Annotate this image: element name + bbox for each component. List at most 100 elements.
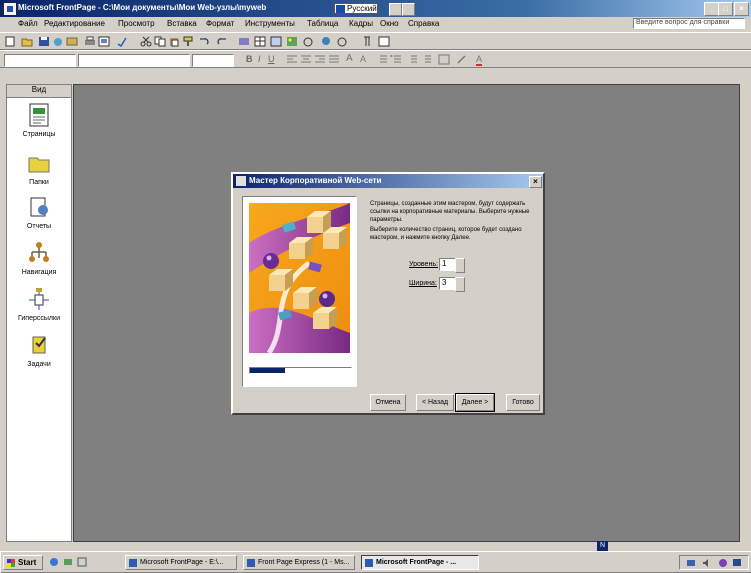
increase-indent-icon[interactable]: [420, 54, 432, 65]
dialog-close-button[interactable]: ×: [529, 176, 542, 188]
view-page[interactable]: Страницы: [7, 103, 71, 151]
help-icon[interactable]: [378, 36, 390, 47]
font-color-icon[interactable]: A: [476, 54, 483, 66]
next-button[interactable]: Далее >: [455, 393, 495, 412]
cut-icon[interactable]: [140, 36, 152, 47]
task-frontpage-express[interactable]: Front Page Express (1 - Ms...: [243, 555, 355, 570]
quicklaunch-ie-icon[interactable]: [49, 557, 59, 567]
folder-list-icon[interactable]: [66, 36, 78, 47]
insert-layer-icon[interactable]: [270, 36, 282, 47]
show-all-icon[interactable]: [360, 36, 372, 47]
refresh-icon[interactable]: [336, 36, 348, 47]
dialog-title: Мастер Корпоративной Web-сети: [249, 176, 382, 185]
hyperlink-icon[interactable]: [320, 36, 332, 47]
print-icon[interactable]: [84, 36, 96, 47]
align-left-icon[interactable]: [286, 54, 298, 65]
view-navigation[interactable]: Навигация: [7, 241, 71, 289]
language-indicator[interactable]: Русский: [334, 3, 378, 14]
align-right-icon[interactable]: [314, 54, 326, 65]
font-size-dropdown[interactable]: [192, 54, 234, 67]
wizard-description-2: Выберите количество страниц, которое буд…: [370, 227, 522, 241]
menu-format[interactable]: Формат: [206, 19, 234, 28]
close-button[interactable]: ×: [734, 2, 749, 16]
insert-table-icon[interactable]: [254, 36, 266, 47]
insert-picture-icon[interactable]: [286, 36, 298, 47]
wizard-progress-track: [249, 367, 352, 374]
copy-icon[interactable]: [154, 36, 166, 47]
undo-icon[interactable]: [198, 36, 210, 47]
standard-toolbar: [0, 32, 751, 50]
width-spin-arrows[interactable]: [455, 277, 465, 292]
menu-view[interactable]: Просмотр: [118, 19, 155, 28]
task-frontpage-1[interactable]: Microsoft FrontPage - E:\...: [125, 555, 237, 570]
level-spin-arrows[interactable]: [455, 258, 465, 273]
underline-icon[interactable]: U: [268, 54, 275, 64]
open-icon[interactable]: [21, 36, 33, 47]
increase-font-icon[interactable]: A: [346, 53, 353, 64]
insert-component-icon[interactable]: [238, 36, 250, 47]
menu-help[interactable]: Справка: [408, 19, 439, 28]
save-icon[interactable]: [38, 36, 50, 47]
view-folders[interactable]: Папки: [7, 151, 71, 199]
quicklaunch-desktop-icon[interactable]: [63, 557, 73, 567]
cube-1: [307, 211, 331, 233]
quicklaunch-channels-icon[interactable]: [77, 557, 87, 567]
help-question-input[interactable]: Введите вопрос для справки: [633, 18, 745, 29]
maximize-button[interactable]: □: [718, 2, 733, 16]
numbering-icon[interactable]: [376, 54, 388, 65]
highlight-icon[interactable]: [456, 54, 468, 65]
menu-insert[interactable]: Вставка: [167, 19, 197, 28]
redo-icon[interactable]: [216, 36, 228, 47]
drawing-icon[interactable]: [302, 36, 314, 47]
preview-icon[interactable]: [98, 36, 110, 47]
spelling-icon[interactable]: [116, 36, 128, 47]
views-bar-header: Вид: [7, 85, 71, 98]
style-dropdown[interactable]: [4, 54, 76, 67]
folder-icon: [28, 157, 50, 173]
view-reports-label: Отчеты: [26, 223, 52, 230]
bullets-icon[interactable]: [390, 54, 402, 65]
tray-settings-icon[interactable]: [718, 558, 728, 568]
language-bar-options-button[interactable]: [402, 3, 415, 16]
cube-2: [323, 227, 347, 249]
wizard-progress-fill: [250, 368, 286, 373]
tray-volume-icon[interactable]: [702, 558, 712, 568]
dialog-title-bar[interactable]: Мастер Корпоративной Web-сети ×: [233, 174, 543, 188]
window-title: Microsoft FrontPage - C:\Мои документы\М…: [18, 3, 267, 12]
bold-icon[interactable]: B: [246, 54, 253, 64]
format-painter-icon[interactable]: [182, 36, 194, 47]
align-center-icon[interactable]: [300, 54, 312, 65]
new-page-icon[interactable]: [4, 36, 16, 47]
menu-window[interactable]: Окно: [380, 19, 399, 28]
menu-frames[interactable]: Кадры: [349, 19, 373, 28]
menu-tools[interactable]: Инструменты: [245, 19, 295, 28]
borders-icon[interactable]: [438, 54, 450, 65]
cancel-button[interactable]: Отмена: [370, 394, 406, 411]
justify-icon[interactable]: [328, 54, 340, 65]
menu-edit[interactable]: Редактирование: [44, 19, 105, 28]
decrease-indent-icon[interactable]: [406, 54, 418, 65]
view-hyperlinks[interactable]: Гиперссылки: [7, 287, 71, 335]
publish-icon[interactable]: [52, 36, 64, 47]
frontpage-app-icon[interactable]: [3, 2, 17, 16]
view-navigation-label: Навигация: [21, 269, 57, 276]
minimize-button[interactable]: _: [704, 2, 719, 16]
wizard-icon: [236, 176, 246, 186]
menu-table[interactable]: Таблица: [307, 19, 338, 28]
menu-file[interactable]: Файл: [18, 19, 38, 28]
language-bar-button[interactable]: [389, 3, 402, 16]
tray-network-icon[interactable]: [686, 558, 696, 568]
back-button[interactable]: < Назад: [416, 394, 454, 411]
level-label: Уровень:: [409, 261, 438, 268]
italic-icon[interactable]: I: [258, 54, 261, 64]
page-icon: [29, 103, 49, 127]
font-dropdown[interactable]: [78, 54, 190, 67]
tray-monitor-icon[interactable]: [732, 558, 742, 568]
decrease-font-icon[interactable]: A: [360, 54, 366, 64]
start-button[interactable]: Start: [3, 555, 43, 570]
task-frontpage-active[interactable]: Microsoft FrontPage - ...: [361, 555, 479, 570]
finish-button[interactable]: Готово: [506, 394, 540, 411]
view-tasks[interactable]: Задачи: [7, 333, 71, 381]
view-reports[interactable]: Отчеты: [7, 195, 71, 243]
paste-icon[interactable]: [168, 36, 180, 47]
